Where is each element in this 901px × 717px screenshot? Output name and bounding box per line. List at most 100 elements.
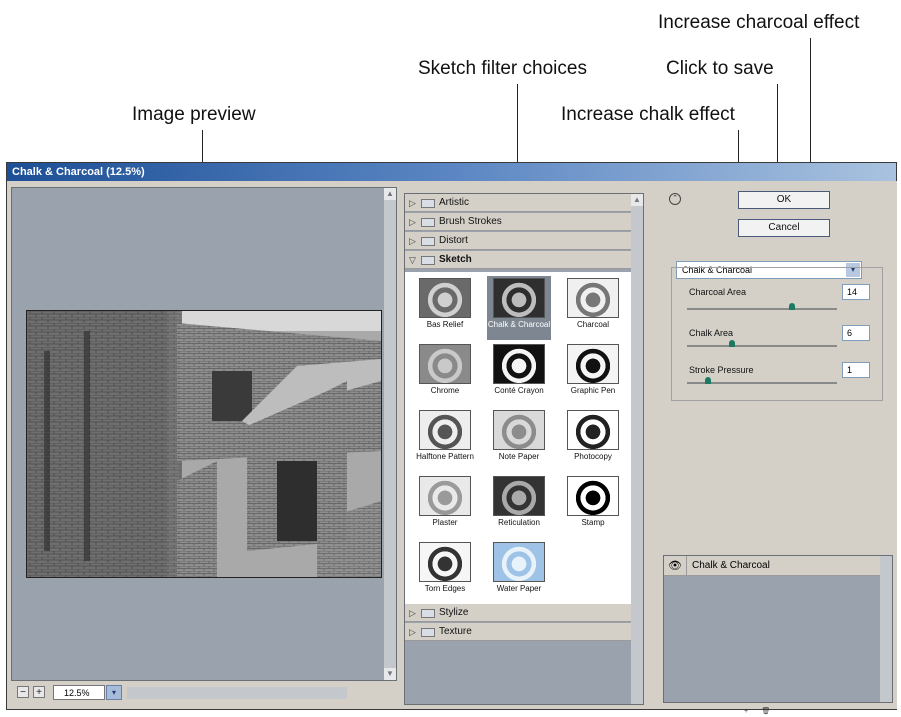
folder-icon — [421, 218, 435, 227]
callout-image-preview: Image preview — [132, 104, 256, 125]
filter-thumb-torn-edges[interactable]: Torn Edges — [413, 540, 477, 604]
collapse-gallery-icon[interactable]: ⌃ — [669, 193, 681, 205]
chalk-area-field[interactable]: 6 — [842, 325, 870, 341]
preview-vertical-scrollbar[interactable]: ▲ ▼ — [384, 188, 396, 680]
filter-thumb-stamp[interactable]: Stamp — [561, 474, 625, 538]
filter-thumb-plaster[interactable]: Plaster — [413, 474, 477, 538]
scroll-down-arrow[interactable]: ▼ — [384, 668, 396, 680]
charcoal-area-label: Charcoal Area — [689, 287, 747, 297]
effect-layers-pane: 👁 Chalk & Charcoal — [663, 555, 893, 703]
filter-thumb-halftone-pattern[interactable]: Halftone Pattern — [413, 408, 477, 472]
filter-thumb-reticulation[interactable]: Reticulation — [487, 474, 551, 538]
folder-label: Stylize — [439, 607, 469, 618]
filter-folder-sketch[interactable]: ▽ Sketch — [405, 251, 631, 269]
filter-thumb-charcoal[interactable]: Charcoal — [561, 276, 625, 340]
filter-thumb-label: Photocopy — [574, 452, 612, 461]
filter-thumb-label: Halftone Pattern — [416, 452, 474, 461]
filter-list-scrollbar[interactable]: ▲ — [631, 194, 643, 704]
filter-choices-pane: ▷ Artistic ▷ Brush Strokes ▷ Distort ▽ Sketch B… — [404, 193, 644, 705]
filter-thumb-label: Torn Edges — [424, 584, 466, 593]
expand-right-icon[interactable]: ▷ — [409, 604, 416, 622]
filter-thumb-image — [493, 410, 545, 450]
effect-layer-row[interactable]: 👁 Chalk & Charcoal — [664, 556, 882, 576]
zoom-dropdown-arrow[interactable]: ▾ — [106, 685, 122, 700]
expand-right-icon[interactable]: ▷ — [409, 232, 416, 250]
filter-scroll-up-arrow[interactable]: ▲ — [631, 194, 643, 206]
expand-right-icon[interactable]: ▷ — [409, 194, 416, 212]
filter-thumb-image — [567, 344, 619, 384]
filter-thumb-label: Charcoal — [576, 320, 609, 329]
filter-thumb-label: Graphic Pen — [570, 386, 616, 395]
layer-separator — [686, 556, 687, 576]
folder-label: Sketch — [439, 254, 472, 265]
charcoal-area-field[interactable]: 14 — [842, 284, 870, 300]
sketch-thumbnails-area: Bas Relief Chalk & Charcoal Charcoal Chrome… — [405, 272, 631, 604]
zoom-level-field[interactable]: 12.5% — [53, 685, 105, 700]
stroke-pressure-label: Stroke Pressure — [689, 365, 754, 375]
chalk-area-slider-knob[interactable] — [729, 340, 735, 347]
stroke-pressure-slider-knob[interactable] — [705, 377, 711, 384]
preview-zoom-bar: − + 12.5% ▾ — [11, 683, 397, 703]
filter-thumb-label: Note Paper — [498, 452, 540, 461]
chalk-area-slider[interactable] — [687, 345, 837, 347]
filter-thumb-image — [419, 278, 471, 318]
filter-thumb-label: Conté Crayon — [494, 386, 544, 395]
callout-increase-charcoal-effect: Increase charcoal effect — [658, 12, 860, 33]
building-photo — [27, 311, 381, 577]
preview-image — [26, 310, 382, 578]
folder-label: Distort — [439, 235, 468, 246]
filter-thumb-image — [567, 476, 619, 516]
filter-thumb-graphic-pen[interactable]: Graphic Pen — [561, 342, 625, 406]
filter-folder-distort[interactable]: ▷ Distort — [405, 232, 631, 250]
filter-folder-artistic[interactable]: ▷ Artistic — [405, 194, 631, 212]
expand-right-icon[interactable]: ▷ — [409, 623, 416, 641]
folder-icon — [421, 256, 435, 265]
delete-effect-layer-icon[interactable]: 🗑 — [761, 707, 771, 717]
cancel-button[interactable]: Cancel — [738, 219, 830, 237]
zoom-in-button[interactable]: + — [33, 686, 45, 698]
expand-down-icon[interactable]: ▽ — [409, 251, 416, 269]
stroke-pressure-field[interactable]: 1 — [842, 362, 870, 378]
filter-thumb-chalk-charcoal[interactable]: Chalk & Charcoal — [487, 276, 551, 340]
scroll-up-arrow[interactable]: ▲ — [384, 188, 396, 200]
filter-thumb-label: Bas Relief — [426, 320, 464, 329]
filter-thumb-image — [419, 476, 471, 516]
folder-icon — [421, 237, 435, 246]
eye-icon[interactable]: 👁 — [668, 559, 682, 573]
callout-increase-chalk-effect: Increase chalk effect — [561, 104, 735, 125]
layers-scrollbar[interactable] — [880, 556, 892, 702]
folder-label: Artistic — [439, 197, 469, 208]
filter-thumb-image — [419, 410, 471, 450]
filter-folder-stylize[interactable]: ▷ Stylize — [405, 604, 631, 622]
filter-thumb-label: Reticulation — [498, 518, 540, 527]
filter-thumb-chrome[interactable]: Chrome — [413, 342, 477, 406]
filter-thumb-cont-crayon[interactable]: Conté Crayon — [487, 342, 551, 406]
preview-horizontal-scrollbar[interactable] — [127, 687, 347, 699]
filter-thumb-label: Plaster — [432, 518, 458, 527]
expand-right-icon[interactable]: ▷ — [409, 213, 416, 231]
zoom-out-button[interactable]: − — [17, 686, 29, 698]
filter-thumb-image — [493, 344, 545, 384]
callout-sketch-filter-choices: Sketch filter choices — [418, 58, 587, 79]
charcoal-area-slider-knob[interactable] — [789, 303, 795, 310]
new-effect-layer-icon[interactable]: + — [741, 707, 751, 717]
filter-thumb-image — [419, 344, 471, 384]
filter-thumb-image — [419, 542, 471, 582]
charcoal-area-slider[interactable] — [687, 308, 837, 310]
filter-thumb-image — [567, 278, 619, 318]
filter-thumb-note-paper[interactable]: Note Paper — [487, 408, 551, 472]
filter-thumb-image — [493, 542, 545, 582]
dialog-title: Chalk & Charcoal (12.5%) — [7, 163, 896, 181]
filter-thumb-label: Water Paper — [496, 584, 542, 593]
filter-folder-texture[interactable]: ▷ Texture — [405, 623, 631, 641]
filter-thumb-photocopy[interactable]: Photocopy — [561, 408, 625, 472]
filter-thumb-image — [493, 278, 545, 318]
folder-icon — [421, 609, 435, 618]
filter-thumb-image — [567, 410, 619, 450]
folder-icon — [421, 199, 435, 208]
filter-thumb-bas-relief[interactable]: Bas Relief — [413, 276, 477, 340]
filter-thumb-label: Stamp — [581, 518, 605, 527]
filter-folder-brush-strokes[interactable]: ▷ Brush Strokes — [405, 213, 631, 231]
filter-thumb-water-paper[interactable]: Water Paper — [487, 540, 551, 604]
ok-button[interactable]: OK — [738, 191, 830, 209]
